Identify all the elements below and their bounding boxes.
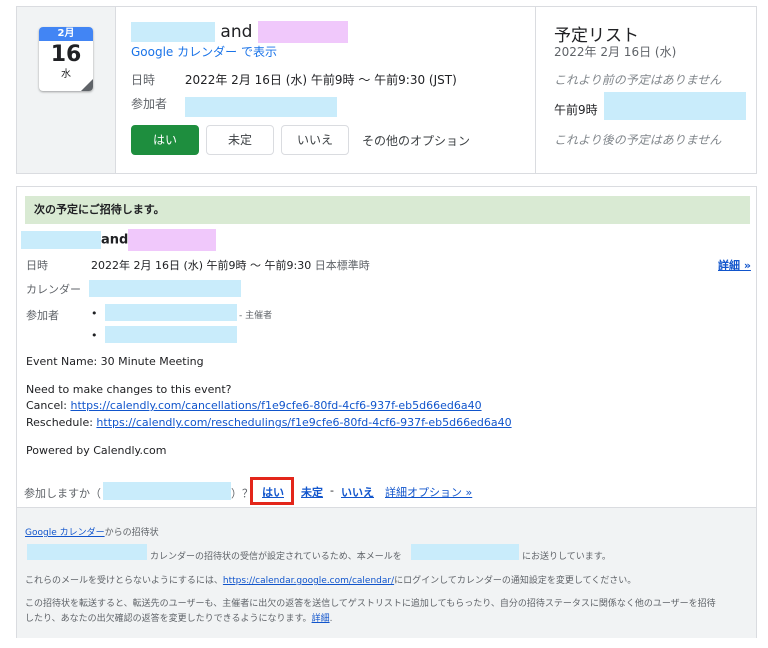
- rsvp-no-button[interactable]: いいえ: [281, 125, 349, 155]
- page-fold-icon: [81, 79, 93, 91]
- redacted-agenda-event: [604, 92, 746, 120]
- invitation-card: 次の予定にご招待します。 and 日時 2022年 2月 16日 (水) 午前9…: [16, 186, 757, 638]
- datetime-row: 日時 2022年 2月 16日 (水) 午前9時 〜 午前9:30 (JST): [131, 71, 457, 88]
- redacted-calendar: [89, 280, 241, 297]
- agenda-none-before: これより前の予定はありません: [554, 73, 722, 87]
- footer-details-link[interactable]: 詳細: [312, 614, 330, 624]
- reschedule-link[interactable]: https://calendly.com/reschedulings/f1e9c…: [96, 416, 511, 429]
- calendar-month: 2月: [39, 27, 93, 41]
- rsvp-yes-link[interactable]: はい: [262, 484, 284, 500]
- event-summary-card: 2月 16 水 and Google カレンダー で表示 日時 2022年 2月…: [16, 6, 757, 174]
- footer-line5: したり、あなたの出欠確認の返答を変更したりできるようになります。詳細.: [25, 614, 333, 624]
- powered-by: Powered by Calendly.com: [26, 444, 167, 457]
- redacted-email: [103, 482, 231, 500]
- attendee-bullet: •: [91, 329, 98, 342]
- calendar-date-icon: 2月 16 水: [39, 27, 93, 91]
- redacted-attendee: [105, 326, 237, 343]
- rsvp-no-link[interactable]: いいえ: [341, 484, 374, 500]
- event-name: Event Name: 30 Minute Meeting: [26, 355, 204, 368]
- footer-calendar-link[interactable]: https://calendar.google.com/calendar/: [223, 576, 394, 586]
- redacted-email: [411, 544, 519, 560]
- invite-datetime: 2022年 2月 16日 (水) 午前9時 〜 午前9:30 日本標準時: [91, 257, 370, 273]
- agenda-panel: 予定リスト 2022年 2月 16日 (水) これより前の予定はありません 午前…: [535, 7, 757, 173]
- redacted-attendee: [184, 97, 337, 117]
- invite-banner: 次の予定にご招待します。: [25, 196, 750, 224]
- rsvp-maybe-button[interactable]: 未定: [206, 125, 274, 155]
- attendees-label: 参加者: [131, 97, 168, 111]
- footer-gcal-link[interactable]: Google カレンダー: [25, 528, 105, 538]
- invite-datetime-value: 2022年 2月 16日 (水) 午前9時 〜 午前9:30: [91, 259, 312, 272]
- footer-from: Google カレンダーからの招待状: [25, 528, 159, 538]
- details-link[interactable]: 詳細 »: [718, 257, 751, 273]
- organizer-suffix: - 主催者: [239, 311, 273, 321]
- invite-datetime-label: 日時: [26, 259, 48, 272]
- rsvp-more-options-link[interactable]: 詳細オプション »: [385, 484, 472, 500]
- date-column: 2月 16 水: [17, 7, 116, 173]
- event-title: and: [131, 21, 348, 43]
- rsvp-yes-button[interactable]: はい: [131, 125, 199, 155]
- datetime-value: 2022年 2月 16日 (水) 午前9時 〜 午前9:30 (JST): [184, 73, 457, 87]
- event-details: and Google カレンダー で表示 日時 2022年 2月 16日 (水)…: [115, 7, 535, 173]
- redacted-name: [21, 231, 101, 249]
- footer-line3: これらのメールを受けとらないようにするには、https://calendar.g…: [25, 576, 637, 586]
- footer-line2-end: にお送りしています。: [522, 552, 611, 562]
- agenda-event-time: 午前9時: [554, 103, 598, 117]
- invite-footer: Google カレンダーからの招待状 カレンダーの招待状の受信が設定されているた…: [17, 507, 756, 638]
- redacted-name: [257, 21, 348, 43]
- rsvp-separator: -: [330, 484, 334, 497]
- view-in-google-calendar-link[interactable]: Google カレンダー で表示: [131, 43, 277, 60]
- more-options-button[interactable]: その他のオプション: [362, 132, 470, 149]
- invite-attendees-label: 参加者: [26, 309, 59, 322]
- cancel-link[interactable]: https://calendly.com/cancellations/f1e9c…: [70, 399, 481, 412]
- changes-text: Need to make changes to this event?: [26, 383, 232, 396]
- calendar-day: 16: [50, 42, 82, 67]
- footer-line2-mid: カレンダーの招待状の受信が設定されているため、本メールを: [150, 552, 402, 562]
- datetime-label: 日時: [131, 73, 156, 87]
- rsvp-maybe-link[interactable]: 未定: [301, 484, 323, 500]
- redacted-name: [131, 22, 215, 42]
- agenda-date: 2022年 2月 16日 (水): [554, 45, 677, 59]
- invite-timezone: 日本標準時: [314, 259, 370, 272]
- cancel-row: Cancel: https://calendly.com/cancellatio…: [26, 399, 482, 412]
- footer-line4: この招待状を転送すると、転送先のユーザーも、主催者に出欠の返答を送信してゲストリ…: [25, 599, 716, 609]
- rsvp-prompt: 参加しますか（: [24, 487, 101, 500]
- invite-event-title: and: [21, 229, 217, 251]
- redacted-organizer: [105, 304, 237, 321]
- calendar-label: カレンダー: [26, 283, 81, 296]
- attendees-row: 参加者: [131, 95, 337, 117]
- redacted-name: [128, 229, 217, 251]
- attendee-bullet: •: [91, 307, 98, 320]
- reschedule-row: Reschedule: https://calendly.com/resched…: [26, 416, 512, 429]
- redacted-calendar: [27, 544, 147, 560]
- agenda-none-after: これより後の予定はありません: [554, 133, 722, 147]
